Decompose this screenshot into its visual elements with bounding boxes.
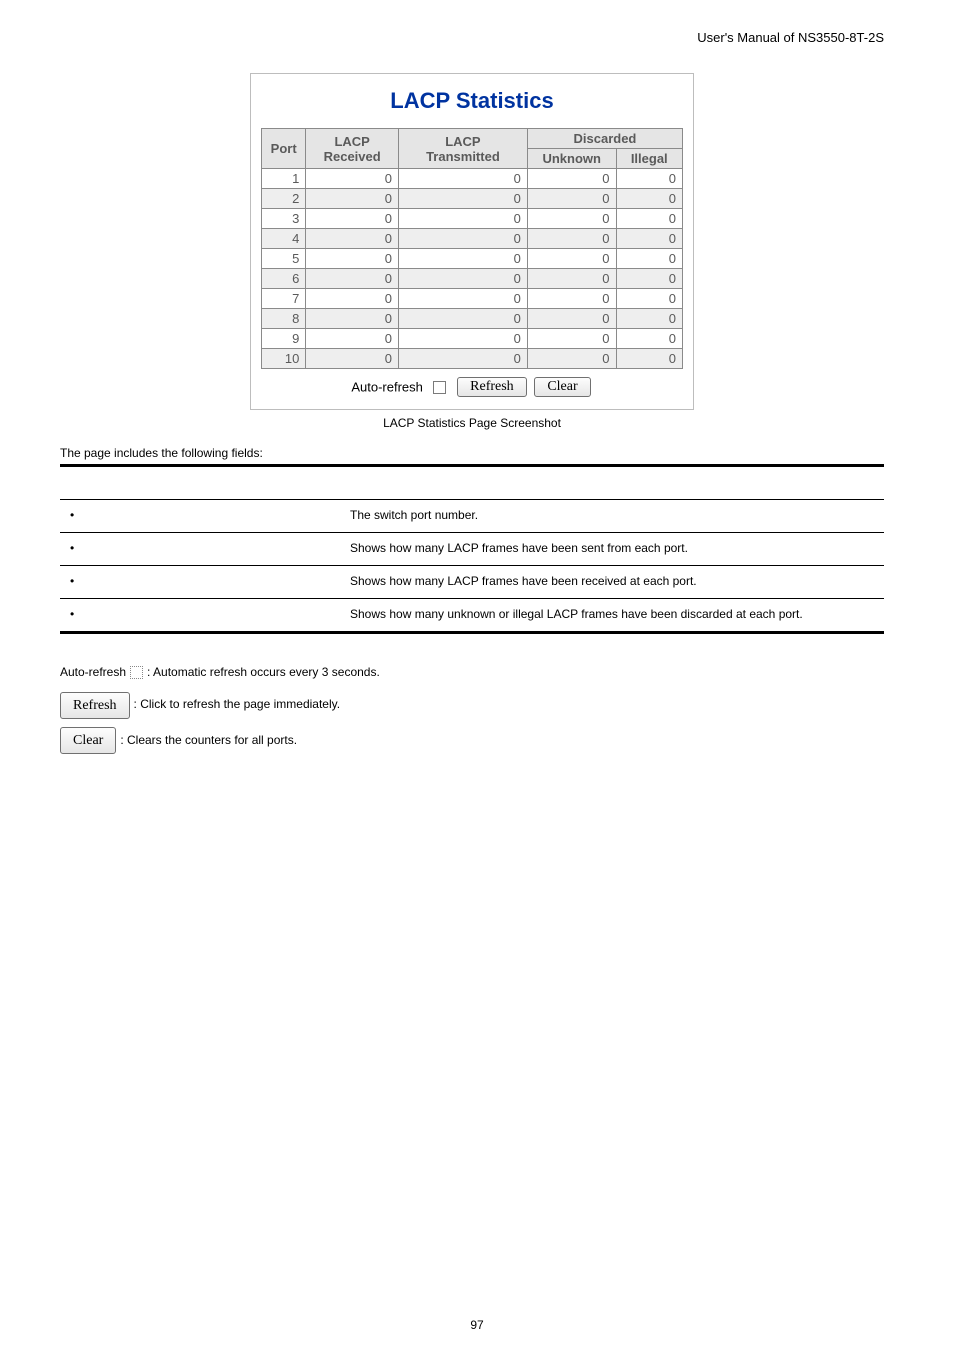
table-cell-port: 7: [262, 289, 306, 309]
table-cell-unknown: 0: [527, 309, 616, 329]
table-cell-port: 4: [262, 229, 306, 249]
auto-refresh-label: Auto-refresh: [351, 380, 423, 395]
table-cell-received: 0: [306, 309, 399, 329]
table-cell-illegal: 0: [616, 189, 683, 209]
table-cell-unknown: 0: [527, 329, 616, 349]
table-cell-unknown: 0: [527, 349, 616, 369]
clear-button[interactable]: Clear: [534, 377, 590, 397]
table-cell-unknown: 0: [527, 229, 616, 249]
table-row: 100000: [262, 349, 683, 369]
auto-refresh-checkbox[interactable]: [433, 381, 446, 394]
notes-section: Auto-refresh : Automatic refresh occurs …: [60, 662, 884, 754]
table-cell-transmitted: 0: [398, 269, 527, 289]
table-cell-received: 0: [306, 349, 399, 369]
table-cell-received: 0: [306, 329, 399, 349]
lacp-screenshot-panel: LACP Statistics Port LACPReceived LACPTr…: [250, 73, 694, 410]
table-cell-transmitted: 0: [398, 309, 527, 329]
table-row: 50000: [262, 249, 683, 269]
field-bullet-1: •: [60, 533, 340, 566]
table-row: 40000: [262, 229, 683, 249]
col-header-received: LACPReceived: [306, 129, 399, 169]
table-cell-received: 0: [306, 169, 399, 189]
lacp-stats-table: Port LACPReceived LACPTransmitted Discar…: [261, 128, 683, 369]
table-cell-transmitted: 0: [398, 189, 527, 209]
table-cell-illegal: 0: [616, 309, 683, 329]
table-cell-transmitted: 0: [398, 289, 527, 309]
table-cell-port: 1: [262, 169, 306, 189]
table-cell-unknown: 0: [527, 169, 616, 189]
table-cell-illegal: 0: [616, 349, 683, 369]
table-cell-illegal: 0: [616, 269, 683, 289]
table-cell-transmitted: 0: [398, 169, 527, 189]
page-header-right: User's Manual of NS3550-8T-2S: [60, 30, 884, 45]
field-bullet-0: •: [60, 500, 340, 533]
table-cell-received: 0: [306, 269, 399, 289]
table-cell-port: 9: [262, 329, 306, 349]
table-cell-received: 0: [306, 229, 399, 249]
fields-table: • The switch port number. • Shows how ma…: [60, 464, 884, 634]
clear-button-icon: Clear: [60, 727, 116, 754]
table-cell-illegal: 0: [616, 249, 683, 269]
field-bullet-3: •: [60, 599, 340, 633]
table-cell-transmitted: 0: [398, 249, 527, 269]
table-cell-port: 5: [262, 249, 306, 269]
table-cell-unknown: 0: [527, 289, 616, 309]
table-cell-unknown: 0: [527, 269, 616, 289]
table-row: 30000: [262, 209, 683, 229]
table-cell-unknown: 0: [527, 189, 616, 209]
table-cell-port: 6: [262, 269, 306, 289]
table-cell-transmitted: 0: [398, 329, 527, 349]
col-header-unknown: Unknown: [527, 149, 616, 169]
table-row: 60000: [262, 269, 683, 289]
table-cell-illegal: 0: [616, 289, 683, 309]
table-cell-illegal: 0: [616, 329, 683, 349]
table-cell-port: 2: [262, 189, 306, 209]
table-row: 90000: [262, 329, 683, 349]
screenshot-title: LACP Statistics: [261, 88, 683, 114]
screenshot-controls: Auto-refresh Refresh Clear: [261, 377, 683, 397]
table-cell-received: 0: [306, 289, 399, 309]
table-cell-transmitted: 0: [398, 209, 527, 229]
table-cell-illegal: 0: [616, 169, 683, 189]
col-header-illegal: Illegal: [616, 149, 683, 169]
table-row: 10000: [262, 169, 683, 189]
fields-header-right: [340, 466, 884, 500]
col-header-discarded: Discarded: [527, 129, 682, 149]
table-cell-illegal: 0: [616, 229, 683, 249]
field-desc-0: The switch port number.: [340, 500, 884, 533]
table-cell-illegal: 0: [616, 209, 683, 229]
auto-refresh-note-text: : Automatic refresh occurs every 3 secon…: [147, 662, 380, 684]
table-cell-received: 0: [306, 189, 399, 209]
auto-refresh-note-prefix: Auto-refresh: [60, 662, 126, 684]
refresh-note-text: : Click to refresh the page immediately.: [134, 694, 341, 716]
table-cell-transmitted: 0: [398, 349, 527, 369]
refresh-button[interactable]: Refresh: [457, 377, 527, 397]
clear-note-text: : Clears the counters for all ports.: [120, 730, 297, 752]
field-desc-3: Shows how many unknown or illegal LACP f…: [340, 599, 884, 633]
table-cell-port: 8: [262, 309, 306, 329]
screenshot-caption: LACP Statistics Page Screenshot: [60, 416, 884, 430]
fields-header-left: [60, 466, 340, 500]
table-cell-received: 0: [306, 209, 399, 229]
table-row: 20000: [262, 189, 683, 209]
fields-intro: The page includes the following fields:: [60, 446, 884, 460]
field-desc-1: Shows how many LACP frames have been sen…: [340, 533, 884, 566]
table-row: 70000: [262, 289, 683, 309]
field-bullet-2: •: [60, 566, 340, 599]
col-header-port: Port: [262, 129, 306, 169]
page-number: 97: [0, 1318, 954, 1332]
refresh-button-icon: Refresh: [60, 692, 130, 719]
col-header-transmitted: LACPTransmitted: [398, 129, 527, 169]
table-cell-transmitted: 0: [398, 229, 527, 249]
table-cell-unknown: 0: [527, 249, 616, 269]
field-desc-2: Shows how many LACP frames have been rec…: [340, 566, 884, 599]
table-row: 80000: [262, 309, 683, 329]
table-cell-port: 3: [262, 209, 306, 229]
table-cell-unknown: 0: [527, 209, 616, 229]
auto-refresh-checkbox-icon: [130, 666, 143, 679]
table-cell-received: 0: [306, 249, 399, 269]
table-cell-port: 10: [262, 349, 306, 369]
